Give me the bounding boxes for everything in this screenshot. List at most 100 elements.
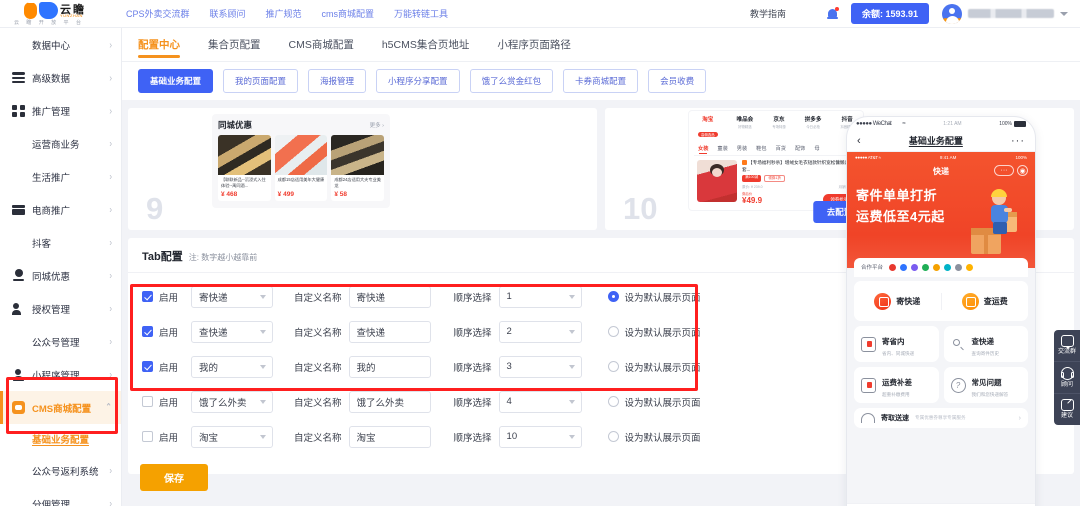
top-nav-link-0[interactable]: CPS外卖交流群 xyxy=(126,7,190,20)
user-menu[interactable]: v3企业版 xyxy=(942,3,1068,24)
top-nav-link-4[interactable]: 万能转链工具 xyxy=(394,7,448,20)
float-item-suggestion[interactable]: 建议 xyxy=(1054,393,1080,425)
phone-grid-item-faq[interactable]: ? 常见问题 我们和您快递解答 xyxy=(943,367,1028,403)
logo[interactable]: 云瞻 YUNZHAN 云 瞻 开 放 平 台 xyxy=(0,0,122,28)
tab-cms-mall-config[interactable]: CMS商城配置 xyxy=(289,28,354,62)
default-page-radio-wrap[interactable]: 设为默认展示页面 xyxy=(607,395,701,409)
sidebar-item-advanced-data[interactable]: 高级数据 › xyxy=(0,61,121,94)
sidebar-item-official-account[interactable]: 公众号管理 › xyxy=(0,325,121,358)
phone-grid-item-send-province[interactable]: 寄省内 省内、同城快递 xyxy=(854,326,939,362)
sidebar-item-promotion-management[interactable]: 推广管理 › xyxy=(0,94,121,127)
sidebar-item-miniprogram[interactable]: 小程序管理 › xyxy=(0,358,121,391)
chip-member-fee[interactable]: 会员收费 xyxy=(648,69,707,93)
default-page-radio-wrap[interactable]: 设为默认展示页面 xyxy=(607,430,701,444)
sidebar-item-commission-management[interactable]: 分佣管理 › xyxy=(0,487,121,506)
list-item[interactable]: 【联联新品--沉浸式入住体验--禹同酒... ¥ 468 xyxy=(218,135,271,201)
sidebar-subitem-basic-business-config[interactable]: 基础业务配置 xyxy=(0,424,121,454)
sidebar-item-cms-mall-config[interactable]: CMS商城配置 ⌃ xyxy=(0,391,121,424)
sidebar-item-rebate-system[interactable]: 公众号返利系统 › xyxy=(0,454,121,487)
chevron-down-icon[interactable] xyxy=(1060,11,1068,16)
enable-checkbox[interactable] xyxy=(142,431,153,442)
preview-card-9[interactable]: 9 同城优惠 更多 › 【联联新品--沉浸式入住体验--禹同酒... ¥ 468 xyxy=(128,108,597,230)
phone-grid-item-track[interactable]: 查快递 查询寄件历史 xyxy=(943,326,1028,362)
balance-button[interactable]: 余额: 1593.91 xyxy=(850,3,929,24)
default-page-radio[interactable] xyxy=(607,361,619,372)
order-select[interactable]: 1 xyxy=(498,285,582,308)
order-select[interactable]: 3 xyxy=(498,355,582,378)
headset-icon[interactable] xyxy=(799,6,814,21)
default-page-radio-wrap[interactable]: 设为默认展示页面 xyxy=(607,290,701,304)
category-tab-4[interactable]: 百货 xyxy=(776,145,786,152)
chip-eleme-bounty-redpacket[interactable]: 饿了么赏金红包 xyxy=(469,69,554,93)
default-page-radio[interactable] xyxy=(607,291,619,302)
bell-icon[interactable] xyxy=(826,7,839,20)
top-nav-link-3[interactable]: cms商城配置 xyxy=(322,7,375,20)
chip-miniprogram-share-config[interactable]: 小程序分享配置 xyxy=(376,69,460,93)
category-tab-2[interactable]: 男装 xyxy=(737,145,747,152)
phone-action-send-parcel[interactable]: 寄快递 xyxy=(854,292,941,310)
save-button[interactable]: 保存 xyxy=(140,464,208,491)
category-tab-1[interactable]: 童装 xyxy=(717,145,727,152)
order-select[interactable]: 2 xyxy=(498,320,582,343)
enable-checkbox[interactable] xyxy=(142,326,153,337)
custom-name-input[interactable] xyxy=(348,355,431,378)
enable-checkbox[interactable] xyxy=(142,361,153,372)
chip-poster-management[interactable]: 海报管理 xyxy=(308,69,367,93)
tab-miniprogram-page-path[interactable]: 小程序页面路径 xyxy=(497,28,571,62)
category-tab-3[interactable]: 鞋包 xyxy=(756,145,766,152)
tab-collection-page-config[interactable]: 集合页配置 xyxy=(208,28,261,62)
teaching-guide-link[interactable]: 教学指南 xyxy=(750,7,786,20)
float-item-group[interactable]: 交流群 xyxy=(1054,330,1080,361)
chip-coupon-mall-config[interactable]: 卡券商城配置 xyxy=(563,69,639,93)
capsule-menu-icon[interactable]: ··· xyxy=(994,165,1014,176)
default-page-radio[interactable] xyxy=(607,431,619,442)
category-tab-6[interactable]: 母 xyxy=(814,145,819,152)
platform-tab-pdd[interactable]: 拼多多 今日必抢 xyxy=(805,115,822,141)
list-item[interactable]: 成都24店适用大夫专业美龙 ¥ 58 xyxy=(331,135,385,201)
sidebar-item-life-promotion[interactable]: 生活推广 › xyxy=(0,160,121,193)
phone-promo-row[interactable]: 寄取送速 专属优惠券尊享专属服务 › xyxy=(854,408,1028,428)
float-item-advisor[interactable]: 顾问 xyxy=(1054,360,1080,394)
miniprogram-capsule[interactable]: ··· ◉ xyxy=(994,165,1028,176)
sidebar-item-authorization[interactable]: 授权管理 › xyxy=(0,292,121,325)
platform-tab-jd[interactable]: 京东 专场特惠 xyxy=(772,115,786,141)
capsule-close-icon[interactable]: ◉ xyxy=(1017,165,1028,176)
platform-tab-taobao[interactable]: 淘宝 高佣选品 xyxy=(698,115,718,141)
ellipsis-icon[interactable]: ··· xyxy=(1011,135,1025,147)
category-tab-0[interactable]: 女装 xyxy=(698,145,708,154)
tab-type-select[interactable]: 我的 xyxy=(191,355,274,378)
custom-name-input[interactable] xyxy=(348,425,431,448)
list-item[interactable]: 成都15店适用美年大健康 ¥ 499 xyxy=(274,135,328,201)
default-page-radio-wrap[interactable]: 设为默认展示页面 xyxy=(607,325,701,339)
sidebar-item-data-center[interactable]: 数据中心 › xyxy=(0,28,121,61)
sidebar-item-douke[interactable]: 抖客 › xyxy=(0,226,121,259)
order-select[interactable]: 4 xyxy=(498,390,582,413)
enable-checkbox[interactable] xyxy=(142,291,153,302)
tab-type-select[interactable]: 饿了么外卖 xyxy=(191,390,274,413)
sidebar-item-ecommerce-promotion[interactable]: 电商推广 › xyxy=(0,193,121,226)
custom-name-input[interactable] xyxy=(348,320,431,343)
tab-type-select[interactable]: 查快递 xyxy=(191,320,274,343)
top-nav-link-1[interactable]: 联系顾问 xyxy=(210,7,246,20)
category-tab-5[interactable]: 配饰 xyxy=(795,145,805,152)
default-page-radio[interactable] xyxy=(607,396,619,407)
chip-my-page-config[interactable]: 我的页面配置 xyxy=(223,69,299,93)
order-select[interactable]: 10 xyxy=(498,425,582,448)
tab-h5cms-collection-url[interactable]: h5CMS集合页地址 xyxy=(382,28,470,62)
phone-grid-item-fee-difference[interactable]: 运费补差 超重补缴费用 xyxy=(854,367,939,403)
tab-type-select[interactable]: 淘宝 xyxy=(191,425,274,448)
tab-config-center[interactable]: 配置中心 xyxy=(138,28,180,62)
default-page-radio-wrap[interactable]: 设为默认展示页面 xyxy=(607,360,701,374)
custom-name-input[interactable] xyxy=(348,390,431,413)
sidebar-item-carrier-business[interactable]: 运营商业务 › xyxy=(0,127,121,160)
local-deals-more-link[interactable]: 更多 › xyxy=(370,121,384,129)
enable-checkbox[interactable] xyxy=(142,396,153,407)
custom-name-input[interactable] xyxy=(348,285,431,308)
tab-type-select[interactable]: 寄快递 xyxy=(191,285,274,308)
sidebar-item-local-deals[interactable]: 同城优惠 › xyxy=(0,259,121,292)
default-page-radio[interactable] xyxy=(607,326,619,337)
phone-action-check-fee[interactable]: 查运费 xyxy=(940,292,1029,310)
top-nav-link-2[interactable]: 推广规范 xyxy=(266,7,302,20)
chip-basic-business-config[interactable]: 基础业务配置 xyxy=(138,69,214,93)
platform-tab-vip[interactable]: 唯品会 好物精选 xyxy=(736,115,753,141)
